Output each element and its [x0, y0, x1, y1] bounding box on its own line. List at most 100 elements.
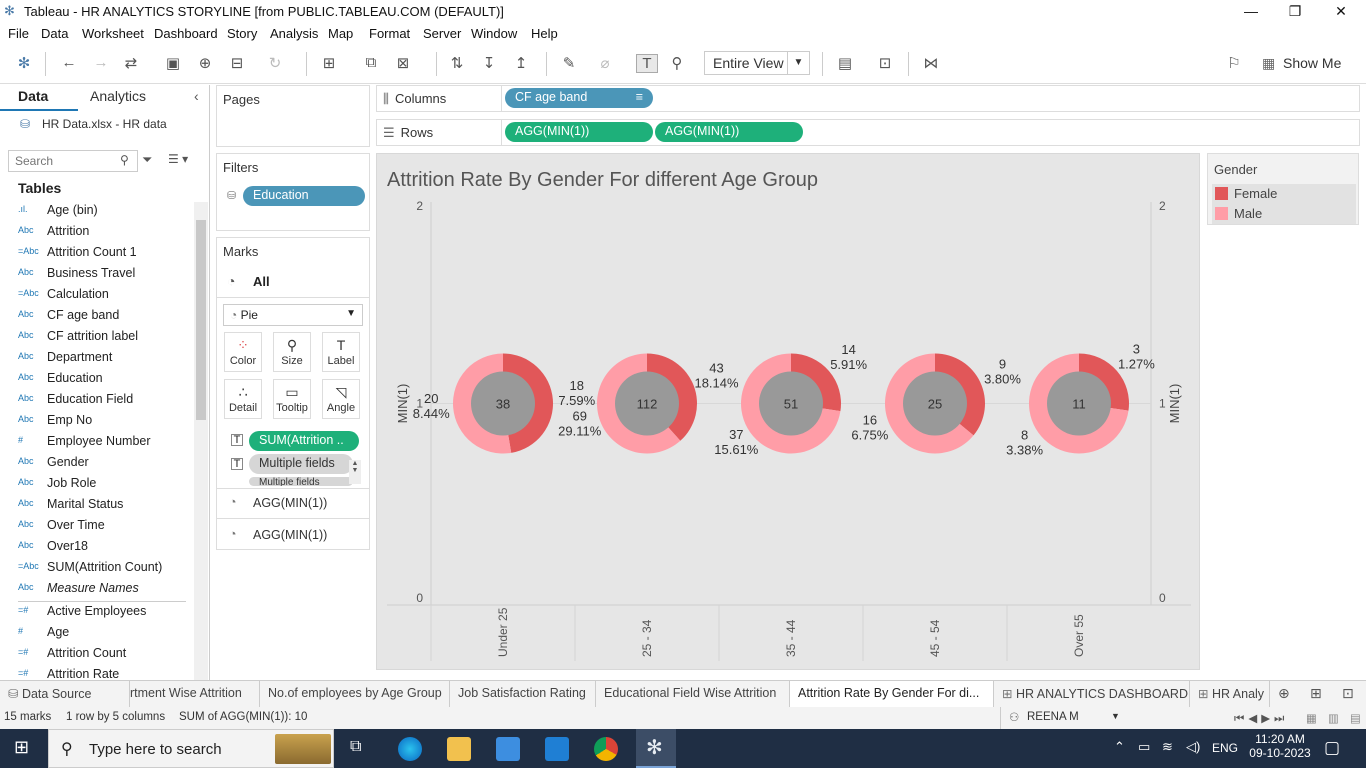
- field-item[interactable]: # Employee Number: [0, 432, 192, 453]
- filter-icon[interactable]: ⏷: [142, 152, 152, 168]
- sheet-sorter-icon[interactable]: ▦: [1306, 711, 1317, 725]
- size-button[interactable]: ⚲ Size: [273, 332, 311, 372]
- field-item[interactable]: Abc Gender: [0, 453, 192, 474]
- menu-server[interactable]: Server: [423, 26, 461, 41]
- sheet-tab[interactable]: No.of employees by Age Group: [260, 681, 450, 707]
- tray-chevron-icon[interactable]: ⌃: [1114, 739, 1125, 755]
- new-worksheet-icon[interactable]: ⊞: [318, 54, 340, 72]
- tab-analytics[interactable]: Analytics: [90, 88, 146, 104]
- field-item[interactable]: Abc Measure Names: [0, 579, 192, 600]
- filter-pill-education[interactable]: Education: [243, 186, 365, 206]
- store-icon[interactable]: [496, 737, 520, 761]
- menu-map[interactable]: Map: [328, 26, 353, 41]
- mark-field-pill[interactable]: Multiple fields: [249, 454, 353, 474]
- task-view-icon[interactable]: ⧉: [350, 738, 361, 756]
- new-dashboard-icon[interactable]: ⊞: [1310, 685, 1322, 702]
- scrollbar[interactable]: [194, 202, 208, 680]
- field-item[interactable]: Abc Business Travel: [0, 264, 192, 285]
- datasource-name[interactable]: HR Data.xlsx - HR data: [42, 117, 167, 131]
- sort-asc-icon[interactable]: ↧: [478, 54, 500, 72]
- sheet-tab-active[interactable]: Attrition Rate By Gender For di...: [790, 681, 994, 707]
- edge-icon[interactable]: [398, 737, 422, 761]
- menu-file[interactable]: File: [8, 26, 29, 41]
- legend-item-female[interactable]: Female: [1212, 184, 1356, 204]
- view-list-icon[interactable]: ☰ ▾: [168, 152, 188, 166]
- field-item[interactable]: Abc Department: [0, 348, 192, 369]
- field-item[interactable]: Abc Education Field: [0, 390, 192, 411]
- battery-icon[interactable]: ▭: [1138, 739, 1150, 755]
- marks-layer-2[interactable]: ◔ AGG(MIN(1)): [217, 525, 369, 547]
- search-input[interactable]: [8, 150, 138, 172]
- field-item[interactable]: =Abc Attrition Count 1: [0, 243, 192, 264]
- file-explorer-icon[interactable]: [447, 737, 471, 761]
- fix-axes-icon[interactable]: ⚲: [666, 54, 688, 72]
- field-item[interactable]: Abc CF age band: [0, 306, 192, 327]
- new-story-icon[interactable]: ⊡: [1342, 685, 1354, 702]
- sheet-tab[interactable]: Educational Field Wise Attrition: [596, 681, 790, 707]
- field-item[interactable]: =Abc Calculation: [0, 285, 192, 306]
- menu-analysis[interactable]: Analysis: [270, 26, 318, 41]
- show-labels-icon[interactable]: T: [636, 54, 658, 73]
- tableau-taskbar-item[interactable]: ✻: [636, 729, 676, 768]
- field-item[interactable]: Abc Over18: [0, 537, 192, 558]
- clear-sheet-icon[interactable]: ⊠: [392, 54, 414, 72]
- maximize-button[interactable]: ❐: [1272, 0, 1318, 22]
- tooltip-button[interactable]: ▭ Tooltip: [273, 379, 311, 419]
- notifications-icon[interactable]: ▢: [1324, 738, 1340, 758]
- menu-format[interactable]: Format: [369, 26, 410, 41]
- field-item[interactable]: .ıl. Age (bin): [0, 201, 192, 222]
- field-item[interactable]: =# Active Employees: [0, 602, 192, 623]
- field-item[interactable]: Abc Attrition: [0, 222, 192, 243]
- viz-area[interactable]: Attrition Rate By Gender For different A…: [376, 153, 1200, 670]
- sheet-tab[interactable]: rtment Wise Attrition: [130, 681, 260, 707]
- sheet-tab[interactable]: Job Satisfaction Rating: [450, 681, 596, 707]
- user-menu[interactable]: ⚇ REENA M ▼: [1000, 707, 1130, 729]
- sheet-navigation-icon[interactable]: ⏮◀▶⏭: [1234, 711, 1288, 726]
- marks-layer-1[interactable]: ◔ AGG(MIN(1)): [217, 493, 369, 515]
- new-datasource-icon[interactable]: ⊕: [194, 54, 216, 72]
- field-item[interactable]: Abc Emp No: [0, 411, 192, 432]
- field-item[interactable]: Abc Job Role: [0, 474, 192, 495]
- mail-icon[interactable]: [545, 737, 569, 761]
- wifi-icon[interactable]: ≋: [1162, 739, 1173, 755]
- angle-button[interactable]: ◹ Angle: [322, 379, 360, 419]
- minimize-button[interactable]: —: [1228, 0, 1274, 22]
- menu-window[interactable]: Window: [471, 26, 517, 41]
- refresh-icon[interactable]: ↻: [264, 54, 286, 72]
- chart-svg[interactable]: 0 01 12 2MIN(1) MIN(1)38187.59%208.44%Under …: [377, 154, 1201, 671]
- label-button[interactable]: T Label: [322, 332, 360, 372]
- columns-pill[interactable]: CF age band ≡: [505, 88, 653, 108]
- menu-worksheet[interactable]: Worksheet: [82, 26, 144, 41]
- mark-field-pill[interactable]: SUM(Attrition ..: [249, 431, 359, 451]
- filmstrip-icon[interactable]: ▥: [1328, 711, 1339, 725]
- undo-icon[interactable]: ←: [58, 54, 80, 71]
- highlight-icon[interactable]: ✎: [558, 54, 580, 72]
- field-item[interactable]: Abc Education: [0, 369, 192, 390]
- view-mode-select[interactable]: Entire View ▼: [704, 51, 810, 75]
- menu-dashboard[interactable]: Dashboard: [154, 26, 218, 41]
- dashboard-tab[interactable]: ⊞ HR Analy: [1190, 681, 1270, 707]
- detail-button[interactable]: ∴ Detail: [224, 379, 262, 419]
- pause-updates-icon[interactable]: ⊟: [226, 54, 248, 72]
- windows-start-icon[interactable]: ⊞: [14, 737, 29, 758]
- rows-shelf[interactable]: ☰ Rows AGG(MIN(1)) AGG(MIN(1)): [376, 119, 1360, 146]
- menu-story[interactable]: Story: [227, 26, 257, 41]
- sort-desc-icon[interactable]: ↥: [510, 54, 532, 72]
- close-button[interactable]: ✕: [1318, 0, 1364, 22]
- language-indicator[interactable]: ENG: [1212, 741, 1238, 755]
- field-item[interactable]: Abc Over Time: [0, 516, 192, 537]
- marks-all-row[interactable]: ◔ All: [217, 268, 369, 298]
- tab-data[interactable]: Data: [18, 88, 48, 104]
- format-workbook-icon[interactable]: ⚐: [1223, 54, 1245, 72]
- dashboard-tab[interactable]: ⊞ HR ANALYTICS DASHBOARD: [994, 681, 1190, 707]
- show-me-button[interactable]: Show Me: [1283, 55, 1341, 71]
- mark-type-select[interactable]: ◔ Pie ▼: [223, 304, 363, 326]
- field-item[interactable]: =Abc SUM(Attrition Count): [0, 558, 192, 579]
- presentation-mode-icon[interactable]: ⊡: [874, 54, 896, 72]
- mark-field-pill[interactable]: Multiple fields: [249, 477, 353, 486]
- rows-pill[interactable]: AGG(MIN(1)): [505, 122, 653, 142]
- field-item[interactable]: Abc Marital Status: [0, 495, 192, 516]
- swap-icon[interactable]: ⇅: [446, 54, 468, 72]
- menu-data[interactable]: Data: [41, 26, 68, 41]
- redo-icon[interactable]: →: [90, 54, 112, 71]
